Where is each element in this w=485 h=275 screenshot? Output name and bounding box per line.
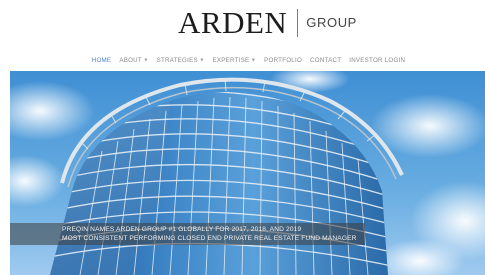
hero-caption-headline: PREQIN NAMES ARDEN GROUP #1 GLOBALLY FOR… [62, 226, 302, 233]
nav-portfolio[interactable]: PORTFOLIO [264, 57, 302, 64]
logo-divider [297, 9, 299, 37]
nav-home-label: HOME [91, 56, 112, 64]
nav-contact-label: CONTACT [310, 56, 342, 64]
nav-investor-login[interactable]: INVESTOR LOGIN [349, 57, 405, 64]
site-header: ARDEN GROUP [0, 0, 485, 48]
nav-strategies[interactable]: STRATEGIES ▼ [157, 57, 205, 64]
main-nav: HOME ABOUT ▼ STRATEGIES ▼ EXPERTISE ▼ PO… [6, 53, 485, 67]
logo-subtitle: GROUP [306, 15, 357, 30]
nav-about-label: ABOUT [119, 56, 142, 64]
hero-banner: PREQIN NAMES ARDEN GROUP #1 GLOBALLY FOR… [10, 71, 485, 275]
chevron-down-icon: ▼ [199, 57, 205, 64]
nav-strategies-label: STRATEGIES [156, 56, 198, 64]
nav-expertise-label: EXPERTISE [212, 56, 250, 64]
hero-caption: PREQIN NAMES ARDEN GROUP #1 GLOBALLY FOR… [10, 223, 365, 245]
nav-investor-login-label: INVESTOR LOGIN [349, 56, 406, 64]
chevron-down-icon: ▼ [143, 57, 149, 64]
logo-link[interactable]: ARDEN GROUP [178, 6, 357, 40]
hero-caption-subline: MOST CONSISTENT PERFORMING CLOSED END PR… [62, 235, 357, 242]
nav-home[interactable]: HOME [92, 57, 112, 64]
logo-wordmark: ARDEN [178, 5, 288, 40]
nav-portfolio-label: PORTFOLIO [264, 56, 303, 64]
nav-contact[interactable]: CONTACT [310, 57, 341, 64]
nav-expertise[interactable]: EXPERTISE ▼ [213, 57, 257, 64]
nav-about[interactable]: ABOUT ▼ [119, 57, 148, 64]
chevron-down-icon: ▼ [250, 57, 257, 64]
